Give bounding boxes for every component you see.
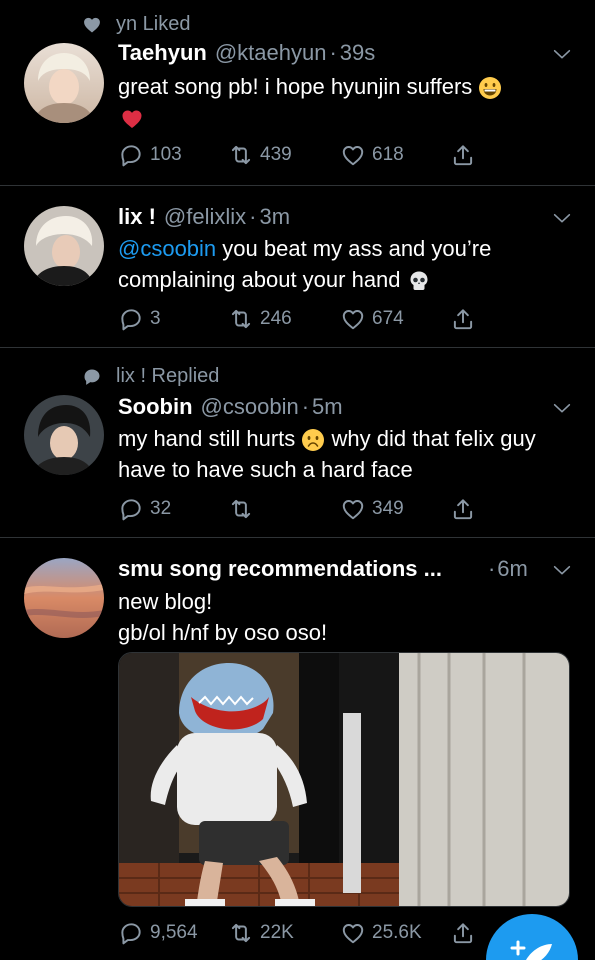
share-button[interactable]	[450, 306, 476, 332]
tweet[interactable]: yn Liked Taehyun @ktaehyun · 39s great s…	[0, 0, 595, 186]
reply-count: 103	[150, 144, 182, 165]
like-icon	[340, 496, 366, 522]
social-context: yn Liked	[82, 13, 191, 36]
chevron-down-icon[interactable]	[551, 559, 573, 581]
reply-icon	[118, 142, 144, 168]
handle[interactable]: @ktaehyun	[215, 40, 327, 66]
tweet-actions: 3 246 674	[118, 306, 558, 338]
separator: ·	[249, 204, 257, 229]
tweet-header: lix ! @felixlix · 3m	[118, 204, 575, 230]
tweet-text-line: new blog!	[118, 589, 213, 614]
retweet-count: 22K	[260, 922, 294, 943]
retweet-count: 439	[260, 144, 292, 165]
timestamp[interactable]: 3m	[259, 204, 290, 230]
reply-count: 32	[150, 498, 172, 519]
share-button[interactable]	[450, 142, 476, 168]
share-icon	[450, 142, 476, 168]
display-name[interactable]: smu song recommendations ...	[118, 556, 442, 582]
reply-button[interactable]: 3	[118, 306, 161, 332]
red-heart-icon	[122, 110, 142, 129]
tweet-text: my hand still hurts why did that felix g…	[118, 423, 555, 485]
tweet[interactable]: lix ! @felixlix · 3m @csoobin you beat m…	[0, 186, 595, 348]
like-icon	[340, 306, 366, 332]
reply-icon	[118, 496, 144, 522]
like-count: 25.6K	[372, 922, 422, 943]
tweet-text-line: gb/ol h/nf by oso oso!	[118, 620, 328, 645]
retweet-icon	[228, 142, 254, 168]
frowning-face-icon	[302, 429, 325, 452]
share-button[interactable]	[450, 496, 476, 522]
avatar[interactable]	[24, 43, 104, 123]
tweet-actions: 103 439 618	[118, 142, 558, 174]
timestamp[interactable]: 6m	[497, 556, 528, 582]
tweet-text: @csoobin you beat my ass and you’re comp…	[118, 233, 555, 295]
tweet-header: Soobin @csoobin · 5m	[118, 394, 575, 420]
reply-button[interactable]: 103	[118, 142, 182, 168]
heart-icon	[84, 17, 100, 32]
chevron-down-icon[interactable]	[551, 43, 573, 65]
reply-button[interactable]: 9,564	[118, 920, 198, 946]
reply-count: 9,564	[150, 922, 198, 943]
like-button[interactable]: 618	[340, 142, 404, 168]
like-button[interactable]: 349	[340, 496, 404, 522]
share-icon	[450, 306, 476, 332]
social-context-label: lix ! Replied	[116, 365, 220, 387]
handle[interactable]: @csoobin	[201, 394, 299, 420]
timestamp[interactable]: 5m	[312, 394, 343, 420]
handle[interactable]: @felixlix	[164, 204, 246, 230]
tweet-text-part: my hand still hurts	[118, 426, 296, 451]
tweet-text: great song pb! i hope hyunjin suffers	[118, 71, 555, 133]
separator: ·	[487, 556, 496, 581]
tweet-text: new blog! gb/ol h/nf by oso oso!	[118, 586, 555, 648]
retweet-icon	[228, 496, 254, 522]
mention-link[interactable]: @csoobin	[118, 236, 216, 261]
reply-button[interactable]: 32	[118, 496, 171, 522]
reply-icon	[118, 920, 144, 946]
grinning-face-icon	[479, 77, 502, 100]
display-name[interactable]: lix !	[118, 204, 156, 230]
chevron-down-icon[interactable]	[551, 397, 573, 419]
avatar[interactable]	[24, 395, 104, 475]
like-button[interactable]: 674	[340, 306, 404, 332]
tweet[interactable]: smu song recommendations ... · 6m new bl…	[0, 538, 595, 960]
skull-icon	[410, 271, 428, 291]
tweet[interactable]: lix ! Replied Soobin @csoobin · 5m my ha…	[0, 348, 595, 538]
social-context: lix ! Replied	[82, 365, 219, 388]
like-count: 674	[372, 308, 404, 329]
retweet-button[interactable]	[228, 496, 260, 522]
speech-bubble-icon	[84, 369, 100, 385]
tweet-text-part: great song pb! i hope hyunjin suffers	[118, 74, 473, 99]
reply-icon	[118, 306, 144, 332]
retweet-button[interactable]: 439	[228, 142, 292, 168]
like-button[interactable]: 25.6K	[340, 920, 422, 946]
separator: ·	[329, 40, 337, 65]
retweet-icon	[228, 306, 254, 332]
like-icon	[340, 920, 366, 946]
retweet-count: 246	[260, 308, 292, 329]
share-button[interactable]	[450, 920, 476, 946]
share-icon	[450, 496, 476, 522]
chevron-down-icon[interactable]	[551, 207, 573, 229]
retweet-button[interactable]: 246	[228, 306, 292, 332]
avatar[interactable]	[24, 558, 104, 638]
share-icon	[450, 920, 476, 946]
tweet-header: smu song recommendations ... · 6m	[118, 556, 528, 582]
retweet-button[interactable]: 22K	[228, 920, 294, 946]
like-count: 349	[372, 498, 404, 519]
social-context-label: yn Liked	[116, 13, 191, 35]
display-name[interactable]: Soobin	[118, 394, 193, 420]
retweet-icon	[228, 920, 254, 946]
compose-button[interactable]	[486, 914, 578, 960]
reply-count: 3	[150, 308, 161, 329]
like-icon	[340, 142, 366, 168]
display-name[interactable]: Taehyun	[118, 40, 207, 66]
avatar[interactable]	[24, 206, 104, 286]
tweet-media-photo[interactable]	[118, 652, 570, 907]
like-count: 618	[372, 144, 404, 165]
tweet-actions: 32 349	[118, 496, 558, 528]
compose-icon	[510, 940, 552, 960]
separator: ·	[301, 394, 310, 419]
tweet-header: Taehyun @ktaehyun · 39s	[118, 40, 575, 66]
timestamp[interactable]: 39s	[340, 40, 375, 66]
